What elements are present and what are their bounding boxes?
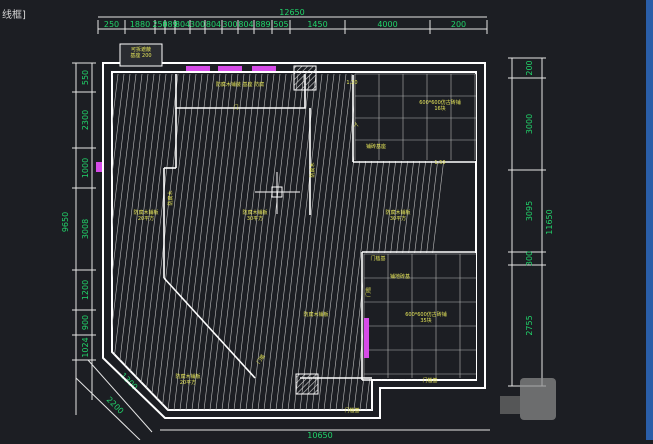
- top-segment-dim: 300: [222, 20, 237, 29]
- entry-box-label: 可拆遮蔽基座 200: [130, 46, 151, 59]
- right-dimension: 200 3000 3095 300 2755 11650: [508, 57, 554, 387]
- column-bottom-hatch: [295, 373, 319, 395]
- top-corridor-label: 防腐木铺装 基座 防腐: [216, 81, 264, 88]
- top-segment-dim: 505: [273, 20, 288, 29]
- left-segment-dim: 3008: [81, 219, 90, 239]
- bottom-left-label: 防腐木铺板 20平方: [175, 373, 200, 386]
- top-segment-dim: 804: [175, 20, 190, 29]
- top-segment-dim: 1450: [307, 20, 327, 29]
- right-segment-dim: 300: [525, 251, 534, 266]
- vert-center-label: 防腐木: [309, 162, 316, 177]
- right-segment-dim: 2755: [525, 315, 534, 335]
- left-segment-dim: 1024: [81, 337, 90, 357]
- vert-left-label: 防腐木: [167, 190, 174, 205]
- left-total-dim: 9650: [61, 212, 70, 232]
- top-segment-dim: 1880: [130, 20, 150, 29]
- left-segment-dim: 1200: [81, 280, 90, 300]
- bottom-dimension: 10650: [160, 429, 490, 440]
- center-bottom-label: 防腐木铺板: [303, 311, 328, 318]
- left-dimension: 550 2300 1000 3008 1200 900 1024 9650: [61, 62, 96, 415]
- window-edge-accent: [646, 0, 653, 440]
- top-segment-dim: 889: [255, 20, 270, 29]
- column-top-hatch: [293, 65, 317, 91]
- blurred-watermark: [500, 378, 556, 420]
- top-segment-dim: 200: [451, 20, 466, 29]
- left-segment-dim: 2300: [81, 110, 90, 130]
- right-segment-dim: 200: [525, 60, 534, 75]
- door-a-label: 门: [233, 104, 238, 111]
- bottom-right-top-label: 门槛基: [370, 255, 385, 262]
- top-total-dim: 12650: [279, 8, 304, 17]
- right-segment-dim: 3000: [525, 114, 534, 134]
- diagonal-dimension: 1300 2200: [75, 359, 153, 441]
- top-dimension: 12650 250 1880 250889804 300 804 300 804 889 505…: [97, 8, 488, 34]
- bottom-total-dim: 10650: [307, 431, 332, 440]
- left-segment-dim: 900: [81, 315, 90, 330]
- floor-plan-drawing: 12650 250 1880 250889804 300 804 300 804 889 505…: [61, 8, 556, 441]
- cad-viewport[interactable]: 线框] 12650 250 1880 250 889 804 300 804 300 804 88…: [0, 0, 653, 441]
- bottom-sub-label: 门槛基: [422, 377, 437, 384]
- left-segment-dim: 1000: [81, 158, 90, 178]
- room-center-label: 防腐木铺板 30平方: [242, 209, 267, 222]
- top-segment-dim: 300: [190, 20, 205, 29]
- top-segment-dim: 804: [238, 20, 253, 29]
- door-c-label: 1.20: [346, 80, 357, 86]
- right-total-dim: 11650: [545, 209, 554, 234]
- bottom-edge-label: 门槛基: [344, 407, 359, 414]
- viewport-tab-title[interactable]: 线框]: [2, 6, 26, 21]
- right-segment-dim: 3095: [525, 201, 534, 221]
- top-segment-dim: 804: [206, 20, 221, 29]
- vert-right-label: 门槛: [365, 287, 372, 297]
- top-right-sub-label: 铺砖基座: [366, 143, 386, 150]
- bottom-right-sub-label: 铺地砖基: [390, 273, 410, 280]
- door-b-label: 入: [353, 122, 358, 128]
- left-segment-dim: 550: [81, 70, 90, 85]
- top-segment-dim: 4000: [377, 20, 397, 29]
- door-d-label: 1.50: [434, 160, 445, 166]
- top-segment-dim: 250: [104, 20, 119, 29]
